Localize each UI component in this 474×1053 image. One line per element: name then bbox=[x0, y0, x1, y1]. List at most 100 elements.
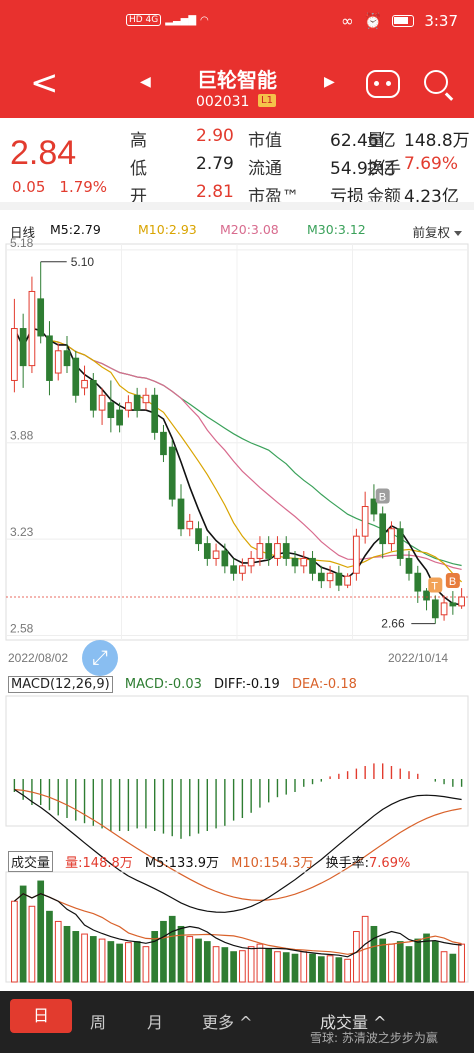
candle-body bbox=[388, 528, 395, 545]
candle-body bbox=[423, 590, 430, 601]
chevron-up-icon: ^ bbox=[239, 1013, 253, 1032]
diff-value: DIFF:-0.19 bbox=[214, 677, 280, 692]
tab-day[interactable]: 日 bbox=[10, 999, 72, 1033]
macd-value: MACD:-0.03 bbox=[124, 677, 202, 692]
signal-badge-label: B bbox=[379, 492, 386, 504]
fullscreen-icon[interactable]: ⤢ bbox=[82, 640, 118, 676]
y-tick-label: 3.23 bbox=[10, 525, 34, 539]
volume-bar bbox=[37, 880, 45, 983]
volume-bar bbox=[431, 941, 439, 983]
volume-title[interactable]: 成交量 bbox=[8, 851, 54, 872]
volume-bar bbox=[186, 936, 194, 983]
bottom-bar: 日 周 月 更多 ^ 成交量 ^ 雪球: 苏清波之步步为赢 bbox=[0, 991, 474, 1053]
candle-body bbox=[282, 543, 290, 559]
volume-bar bbox=[19, 885, 27, 983]
volume-bar bbox=[72, 931, 80, 983]
volume-bar bbox=[195, 938, 202, 983]
candle-body bbox=[317, 572, 325, 582]
candle-body bbox=[300, 557, 308, 567]
candle-body bbox=[89, 379, 97, 411]
volume-bar bbox=[142, 946, 150, 983]
volume-bar bbox=[309, 953, 316, 983]
candle-body bbox=[326, 572, 334, 582]
tab-month[interactable]: 月 bbox=[147, 1009, 163, 1033]
candle-body bbox=[396, 528, 404, 559]
volume-bar bbox=[28, 905, 36, 983]
volume-bar bbox=[212, 946, 220, 983]
volume-bar bbox=[125, 942, 132, 983]
candle-body bbox=[46, 335, 53, 381]
candle-body bbox=[212, 550, 220, 559]
candle-body bbox=[309, 557, 316, 574]
y-tick-label: 3.88 bbox=[10, 429, 34, 443]
candle-body bbox=[203, 543, 211, 559]
volume-bar bbox=[81, 933, 88, 983]
tab-more[interactable]: 更多 ^ bbox=[202, 1009, 253, 1033]
turnover-value: 7.69% bbox=[369, 856, 411, 871]
volume-bar bbox=[168, 915, 176, 983]
candle-body bbox=[265, 543, 273, 559]
low-marker-label: 2.66 bbox=[381, 617, 405, 631]
candle-body bbox=[344, 575, 351, 586]
volume-bar bbox=[265, 948, 273, 983]
volume-bar bbox=[317, 956, 325, 983]
volume-bar bbox=[221, 947, 229, 983]
volume-bar bbox=[256, 943, 264, 983]
candle-body bbox=[431, 599, 439, 619]
dea-value: DEA:-0.18 bbox=[291, 677, 357, 692]
x-end-label: 2022/10/14 bbox=[388, 651, 448, 665]
candle-body bbox=[230, 565, 237, 574]
candle-body bbox=[81, 379, 88, 389]
volume-bar bbox=[449, 953, 457, 983]
candle-body bbox=[63, 350, 71, 367]
volume-bar bbox=[203, 941, 211, 983]
candle-body bbox=[186, 520, 194, 530]
tab-more-label: 更多 bbox=[202, 1013, 235, 1032]
watermark: 雪球: 苏清波之步步为赢 bbox=[310, 1031, 438, 1045]
x-start-label: 2022/08/02 bbox=[8, 651, 68, 665]
turnover-label: 换手率: bbox=[325, 856, 370, 871]
volume-bar bbox=[11, 900, 18, 983]
volume-bar bbox=[63, 925, 71, 983]
candle-body bbox=[168, 446, 176, 500]
volume-bar bbox=[326, 955, 334, 983]
volume-bar bbox=[54, 920, 62, 983]
candle-body bbox=[133, 394, 141, 411]
candle-body bbox=[195, 528, 202, 545]
volume-bar bbox=[414, 938, 422, 983]
candle-body bbox=[458, 596, 465, 607]
candle-body bbox=[353, 535, 360, 574]
volume-bar bbox=[396, 941, 404, 983]
candle-body bbox=[449, 602, 457, 607]
candle-body bbox=[256, 543, 264, 559]
candle-body bbox=[239, 565, 246, 574]
signal-badge-label: B bbox=[449, 576, 456, 588]
candle-body bbox=[28, 290, 36, 367]
macd-title[interactable]: MACD(12,26,9) bbox=[8, 676, 113, 693]
candle-body bbox=[440, 602, 448, 616]
volume-bar bbox=[353, 931, 360, 983]
candle-body bbox=[11, 328, 18, 381]
candle-body bbox=[274, 543, 281, 559]
tab-week[interactable]: 周 bbox=[90, 1009, 106, 1033]
volume-bar bbox=[116, 943, 123, 983]
signal-badge-label: T bbox=[431, 581, 438, 593]
candle-body bbox=[291, 557, 299, 567]
candle-body bbox=[177, 498, 185, 530]
volume-m5: M5:133.9万 bbox=[144, 856, 219, 871]
candle-body bbox=[160, 431, 167, 456]
volume-bar bbox=[282, 952, 290, 983]
y-tick-label: 2.58 bbox=[10, 622, 34, 636]
volume-bar bbox=[107, 941, 115, 983]
stock-chart: 5.183.883.232.585.102.66BT B2022/08/02 202… bbox=[5, 236, 469, 983]
candle-body bbox=[19, 328, 27, 367]
volume-bar bbox=[300, 951, 308, 983]
volume-bar bbox=[247, 946, 255, 983]
candle-body bbox=[107, 402, 115, 419]
volume-bar bbox=[230, 951, 237, 983]
volume-bar bbox=[239, 950, 246, 983]
volume-legend: 成交量 量:148.8万 M5:133.9万 M10:154.3万 换手率:7.… bbox=[8, 851, 418, 872]
y-tick-label: 5.18 bbox=[10, 236, 34, 250]
candle-body bbox=[142, 394, 150, 404]
candle-body bbox=[335, 572, 343, 586]
